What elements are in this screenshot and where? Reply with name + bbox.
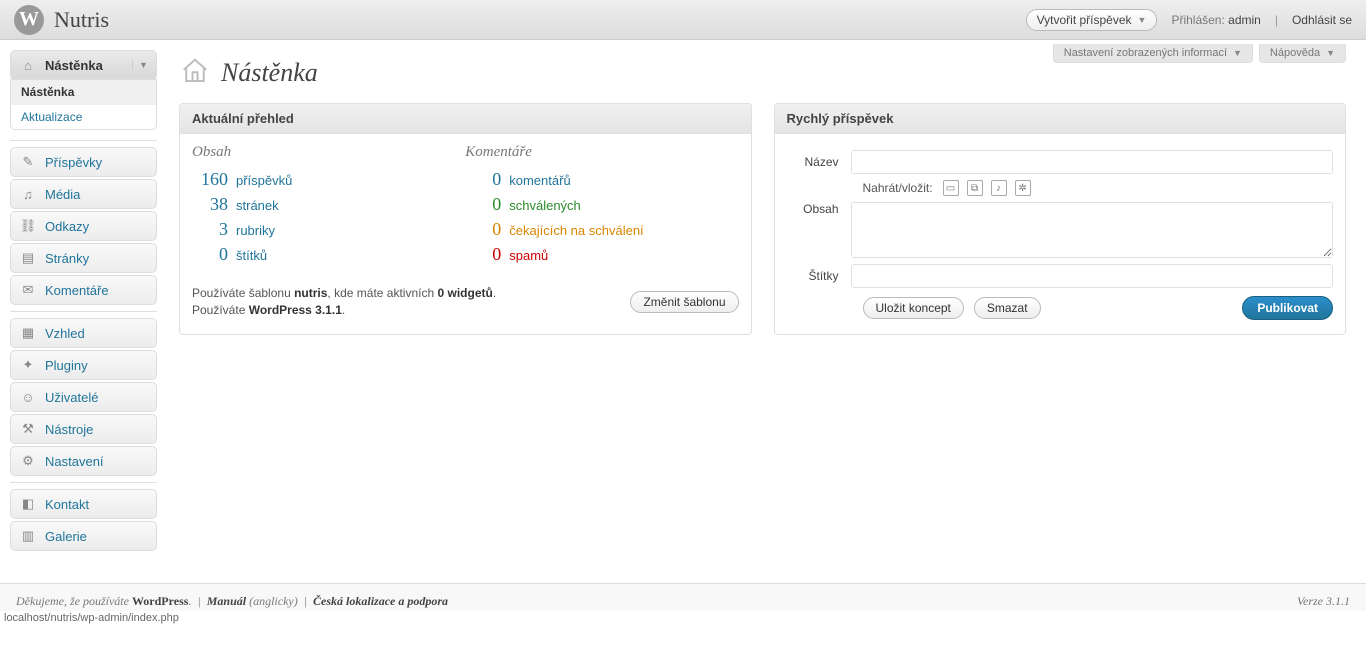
right-now-widget: Aktuální přehled Obsah 160 příspěvků 38 (179, 103, 752, 335)
menu-settings[interactable]: ⚙ Nastavení (10, 446, 157, 476)
stat-comments-spam: 0 spamů (465, 244, 738, 265)
page-title: Nástěnka (221, 58, 318, 88)
version-text: Verze 3.1.1 (1297, 594, 1350, 609)
screen-meta-links: Nastavení zobrazených informací ▼ Nápově… (1053, 44, 1346, 63)
help-tab[interactable]: Nápověda ▼ (1259, 44, 1346, 63)
settings-icon: ⚙ (19, 453, 37, 469)
howdy-text: Přihlášen: admin (1171, 13, 1260, 27)
label-upload: Nahrát/vložit: (863, 181, 933, 195)
menu-media[interactable]: ♫ Média (10, 179, 157, 209)
contact-icon: ◧ (19, 496, 37, 512)
menu-comments[interactable]: ✉ Komentáře (10, 275, 157, 305)
menu-separator (10, 482, 157, 483)
admin-toolbar: W Nutris Vytvořit příspěvek ▼ Přihlášen:… (0, 0, 1366, 40)
menu-pages[interactable]: ▤ Stránky (10, 243, 157, 273)
wordpress-link[interactable]: WordPress (132, 594, 188, 608)
quickpress-content-input[interactable] (851, 202, 1334, 258)
upload-image-icon[interactable]: ▭ (943, 180, 959, 196)
save-draft-button[interactable]: Uložit koncept (863, 297, 964, 319)
menu-kontakt[interactable]: ◧ Kontakt (10, 489, 157, 519)
menu-separator (10, 140, 157, 141)
manual-link[interactable]: Manuál (207, 594, 246, 608)
label-title: Název (787, 155, 851, 169)
quickpress-widget: Rychlý příspěvek Název Nahrát/vložit: ▭ … (774, 103, 1347, 335)
admin-footer: Děkujeme, že používáte WordPress. | Manu… (0, 583, 1366, 611)
menu-dashboard-submenu: Nástěnka Aktualizace (10, 79, 157, 130)
menu-users[interactable]: ☺ Uživatelé (10, 382, 157, 412)
widget-title: Aktuální přehled (180, 104, 751, 134)
chevron-down-icon[interactable]: ▼ (132, 60, 148, 70)
chevron-down-icon: ▼ (1233, 48, 1242, 58)
publish-button[interactable]: Publikovat (1242, 296, 1333, 320)
localization-link[interactable]: Česká lokalizace a podpora (313, 594, 448, 608)
widgets-link[interactable]: 0 widgetů (437, 286, 492, 300)
label-tags: Štítky (787, 269, 851, 283)
pin-icon: ✎ (19, 154, 37, 170)
comment-icon: ✉ (19, 282, 37, 298)
quickpress-tags-input[interactable] (851, 264, 1334, 288)
stat-comments-approved: 0 schválených (465, 194, 738, 215)
label-content: Obsah (787, 202, 851, 216)
menu-plugins[interactable]: ✦ Pluginy (10, 350, 157, 380)
admin-menu: ⌂ Nástěnka ▼ Nástěnka Aktualizace ✎ Přís… (0, 40, 165, 583)
stat-tags: 0 štítků (192, 244, 465, 265)
menu-galerie[interactable]: ▥ Galerie (10, 521, 157, 551)
main-content: Nastavení zobrazených informací ▼ Nápově… (165, 40, 1366, 583)
stat-posts: 160 příspěvků (192, 169, 465, 190)
house-icon: ⌂ (19, 57, 37, 73)
stat-pages: 38 stránek (192, 194, 465, 215)
upload-audio-icon[interactable]: ♪ (991, 180, 1007, 196)
submenu-dashboard[interactable]: Nástěnka (11, 80, 156, 105)
gallery-icon: ▥ (19, 528, 37, 544)
menu-links[interactable]: ⛓ Odkazy (10, 211, 157, 241)
media-icon: ♫ (19, 186, 37, 202)
wp-version-line: Používáte WordPress 3.1.1. (192, 303, 496, 317)
tools-icon: ⚒ (19, 421, 37, 437)
menu-appearance[interactable]: ▦ Vzhled (10, 318, 157, 348)
upload-media-icon[interactable]: ✲ (1015, 180, 1031, 196)
browser-status-bar: localhost/nutris/wp-admin/index.php (0, 611, 1366, 626)
widget-title: Rychlý příspěvek (775, 104, 1346, 134)
appearance-icon: ▦ (19, 325, 37, 341)
stat-comments-pending: 0 čekajících na schválení (465, 219, 738, 240)
chevron-down-icon: ▼ (1138, 15, 1147, 25)
house-icon (179, 56, 211, 89)
discussion-heading: Komentáře (465, 144, 738, 161)
submenu-updates[interactable]: Aktualizace (11, 105, 156, 129)
reset-button[interactable]: Smazat (974, 297, 1041, 319)
quickpress-title-input[interactable] (851, 150, 1334, 174)
stat-categories: 3 rubriky (192, 219, 465, 240)
link-icon: ⛓ (19, 218, 37, 234)
menu-separator (10, 311, 157, 312)
theme-line: Používáte šablonu nutris, kde máte aktiv… (192, 286, 496, 300)
new-post-button[interactable]: Vytvořit příspěvek ▼ (1026, 9, 1158, 31)
stat-comments-total: 0 komentářů (465, 169, 738, 190)
content-heading: Obsah (192, 144, 465, 161)
screen-options-tab[interactable]: Nastavení zobrazených informací ▼ (1053, 44, 1253, 63)
menu-tools[interactable]: ⚒ Nástroje (10, 414, 157, 444)
menu-posts[interactable]: ✎ Příspěvky (10, 147, 157, 177)
plugin-icon: ✦ (19, 357, 37, 373)
logout-link[interactable]: Odhlásit se (1292, 13, 1352, 27)
upload-video-icon[interactable]: ⧉ (967, 180, 983, 196)
wordpress-logo-icon[interactable]: W (14, 5, 44, 35)
site-title-link[interactable]: Nutris (54, 7, 109, 33)
users-icon: ☺ (19, 389, 37, 405)
current-user-link[interactable]: admin (1228, 13, 1261, 27)
menu-dashboard[interactable]: ⌂ Nástěnka ▼ (10, 50, 157, 80)
page-icon: ▤ (19, 250, 37, 266)
chevron-down-icon: ▼ (1326, 48, 1335, 58)
change-theme-button[interactable]: Změnit šablonu (630, 291, 738, 313)
